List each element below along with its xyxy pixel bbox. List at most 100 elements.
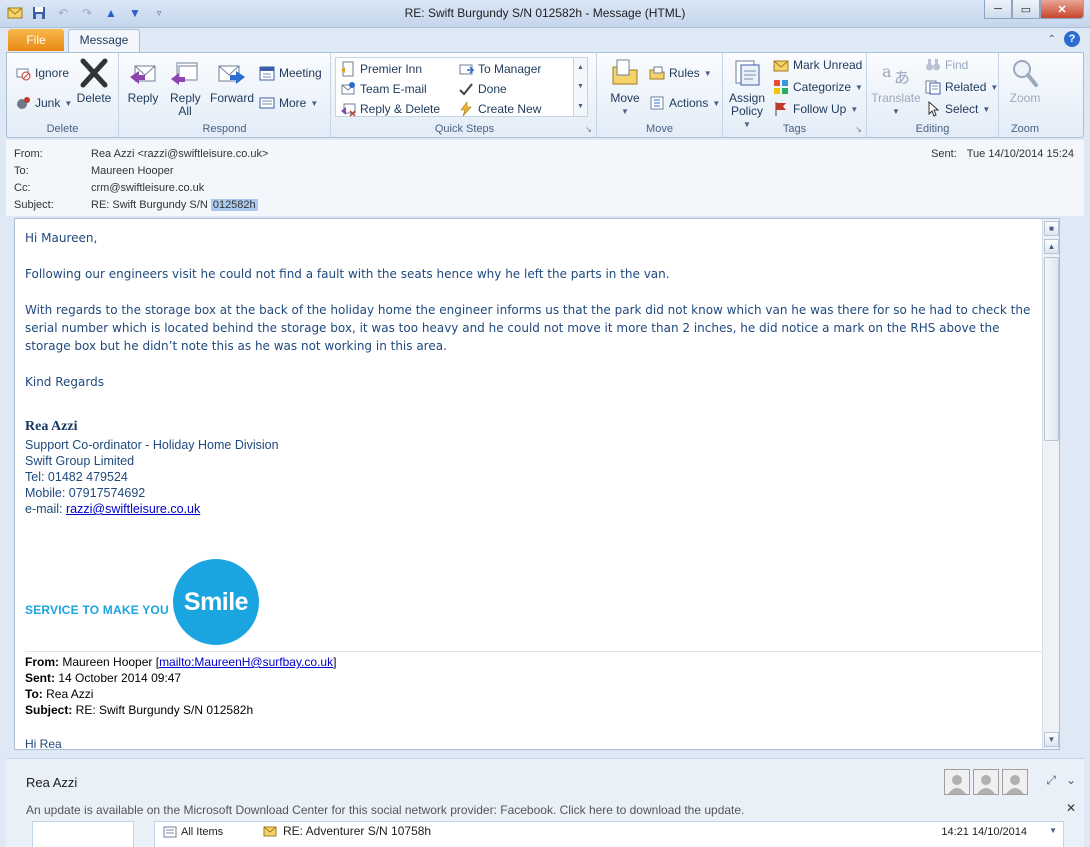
select-button[interactable]: Select ▼	[925, 101, 990, 117]
meeting-button[interactable]: Meeting	[259, 65, 322, 81]
subject-row: Subject: RE: Swift Burgundy S/N 012582h	[14, 199, 258, 211]
actions-button[interactable]: Actions ▼	[649, 95, 720, 111]
reply-icon	[130, 65, 156, 84]
update-notice[interactable]: An update is available on the Microsoft …	[26, 803, 744, 817]
scroll-up-button[interactable]: ▲	[1044, 239, 1059, 254]
message-body[interactable]: Hi Maureen, Following our engineers visi…	[14, 218, 1060, 750]
find-button[interactable]: Find	[925, 57, 968, 73]
related-button[interactable]: Related ▼	[925, 79, 998, 95]
scroll-to-top-icon[interactable]: ■	[1044, 221, 1059, 236]
quoted-mailto-link[interactable]: mailto:MaureenH@surfbay.co.uk	[159, 655, 333, 669]
more-icon	[259, 97, 275, 109]
reply-delete-icon	[341, 103, 356, 117]
follow-up-button[interactable]: Follow Up ▼	[773, 101, 858, 117]
reply-all-icon	[171, 62, 198, 85]
quoted-sent: Sent: 14 October 2014 09:47	[25, 671, 182, 685]
body-paragraph-2: With regards to the storage box at the b…	[25, 303, 1031, 353]
translate-icon: aあ	[882, 62, 910, 87]
people-pane: Rea Azzi ⤢ ⌄ An update is available on t…	[6, 758, 1084, 847]
help-icon[interactable]: ?	[1064, 31, 1080, 47]
move-button[interactable]: Move ▼	[607, 57, 643, 118]
quoted-message: From: Maureen Hooper [mailto:MaureenH@su…	[25, 652, 1047, 749]
assign-policy-button[interactable]: Assign Policy ▼	[727, 57, 767, 131]
from-value[interactable]: Rea Azzi <razzi@swiftleisure.co.uk>	[91, 148, 268, 160]
junk-button[interactable]: Junk ▼	[15, 95, 72, 111]
quick-steps-dialog-launcher-icon[interactable]: ↘	[585, 125, 592, 134]
mark-unread-button[interactable]: Mark Unread	[773, 57, 862, 73]
scroll-down-button[interactable]: ▼	[1044, 732, 1059, 747]
signature-company: Swift Group Limited	[25, 454, 135, 468]
scroll-down-icon[interactable]: ▼	[577, 83, 584, 90]
respond-group: Reply Reply All Forward Meeting More ▼ Re…	[119, 53, 331, 137]
people-pane-name[interactable]: Rea Azzi	[26, 775, 77, 790]
minimize-ribbon-icon[interactable]: ⌃	[1048, 34, 1056, 45]
more-respond-button[interactable]: More ▼	[259, 95, 318, 111]
respond-group-label: Respond	[202, 123, 247, 135]
subject-highlight[interactable]: 012582h	[210, 199, 258, 211]
vertical-scrollbar[interactable]: ■ ▲ ▼	[1042, 219, 1059, 749]
restore-button[interactable]: ▭	[1012, 0, 1040, 19]
zoom-button[interactable]: Zoom	[1007, 57, 1043, 105]
minimize-button[interactable]: ─	[984, 0, 1012, 19]
cc-value[interactable]: crm@swiftleisure.co.uk	[91, 182, 204, 194]
delete-button[interactable]: Delete	[75, 57, 113, 105]
feed-item-time: 14:21 14/10/2014	[941, 826, 1027, 838]
close-button[interactable]: ✕	[1040, 0, 1084, 19]
ignore-icon	[16, 68, 31, 81]
collapse-pane-icon[interactable]: ⌄	[1066, 773, 1076, 788]
scrollbar-thumb[interactable]	[1044, 257, 1059, 441]
reply-button[interactable]: Reply	[125, 57, 161, 105]
quick-steps-group: Premier Inn Team E-mail Reply & Delete T…	[333, 53, 597, 137]
cc-row: Cc: crm@swiftleisure.co.uk	[14, 182, 205, 194]
calendar-icon	[259, 66, 275, 81]
junk-icon	[17, 97, 30, 109]
zoom-group-label: Zoom	[1010, 123, 1040, 135]
message-content: Hi Maureen, Following our engineers visi…	[25, 229, 1047, 749]
reply-all-button[interactable]: Reply All	[165, 57, 205, 118]
quick-steps-gallery: Premier Inn Team E-mail Reply & Delete T…	[335, 57, 588, 117]
translate-button[interactable]: aあ Translate ▼	[871, 57, 921, 118]
expand-pane-icon[interactable]: ⤢	[1046, 773, 1056, 788]
to-value[interactable]: Maureen Hooper	[91, 165, 174, 177]
scroll-up-icon[interactable]: ▲	[577, 64, 584, 71]
message-header: From: Rea Azzi <razzi@swiftleisure.co.uk>…	[6, 140, 1084, 216]
feed-item[interactable]: RE: Adventurer S/N 10758h	[263, 824, 431, 838]
expand-gallery-icon[interactable]: ▼	[577, 103, 584, 110]
update-close-icon[interactable]: ✕	[1066, 801, 1076, 815]
signature-email-link[interactable]: razzi@swiftleisure.co.uk	[66, 502, 200, 516]
quickstep-reply-delete[interactable]: Reply & Delete	[340, 101, 440, 117]
tags-group: Assign Policy ▼ Mark Unread Categorize ▼ …	[723, 53, 867, 137]
body-paragraph-1: Following our engineers visit he could n…	[25, 267, 670, 281]
from-row: From: Rea Azzi <razzi@swiftleisure.co.uk>	[14, 148, 269, 160]
tags-dialog-launcher-icon[interactable]: ↘	[855, 125, 862, 134]
flag-icon	[775, 102, 786, 116]
avatar[interactable]	[944, 769, 970, 795]
subject-value[interactable]: RE: Swift Burgundy S/N	[91, 199, 211, 211]
feed-scroll-down-icon[interactable]: ▼	[1049, 826, 1057, 835]
avatar[interactable]	[1002, 769, 1028, 795]
tab-message[interactable]: Message	[68, 29, 140, 52]
feed-filter[interactable]: All Items	[163, 826, 223, 838]
quoted-to: To: Rea Azzi	[25, 687, 94, 701]
title-bar: ↶ ↷ ▲ ▼ ▿ RE: Swift Burgundy S/N 012582h…	[0, 0, 1090, 28]
svg-text:a: a	[882, 62, 892, 81]
binoculars-icon	[926, 59, 940, 71]
sent-value: Tue 14/10/2014 15:24	[966, 148, 1074, 160]
people-feed: All Items RE: Adventurer S/N 10758h 14:2…	[154, 821, 1064, 847]
quickstep-premier-inn[interactable]: Premier Inn	[340, 61, 422, 77]
quickstep-team-email[interactable]: Team E-mail	[340, 81, 427, 97]
categorize-button[interactable]: Categorize ▼	[773, 79, 863, 95]
team-email-icon	[341, 82, 355, 95]
rules-button[interactable]: Rules ▼	[649, 65, 712, 81]
quickstep-done[interactable]: Done	[458, 81, 507, 97]
quick-steps-scroll[interactable]: ▲ ▼ ▼	[573, 58, 587, 116]
signature-mobile: Mobile: 07917574692	[25, 486, 146, 500]
ignore-button[interactable]: Ignore	[15, 65, 69, 81]
signature-name: Rea Azzi	[25, 419, 78, 434]
tab-file[interactable]: File	[8, 29, 64, 51]
avatar[interactable]	[973, 769, 999, 795]
quickstep-create-new[interactable]: Create New	[458, 101, 541, 117]
email-icon	[263, 826, 277, 837]
quickstep-to-manager[interactable]: To Manager	[458, 61, 541, 77]
forward-button[interactable]: Forward	[209, 57, 255, 105]
